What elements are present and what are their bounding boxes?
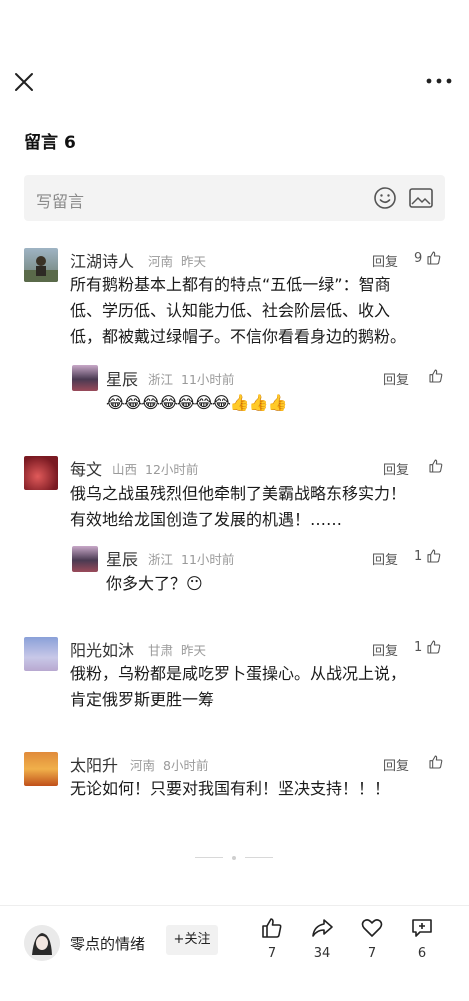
reply-meta: 浙江 11小时前 — [148, 549, 234, 568]
comment-plus-icon — [412, 919, 432, 937]
favorite-action[interactable]: 7 — [352, 916, 392, 961]
thumbs-up-icon — [427, 640, 441, 654]
comment-text: 所有鹅粉基本上都有的特点“五低一绿”：智商 低、学历低、认知能力低、社会阶层低、… — [70, 272, 406, 350]
reply-time: 11小时前 — [181, 552, 235, 567]
comment-time: 12小时前 — [145, 462, 199, 477]
top-bar — [0, 60, 469, 104]
like-count: 1 — [414, 639, 423, 655]
like-button[interactable] — [428, 458, 444, 474]
more-icon[interactable] — [425, 76, 453, 86]
follow-button[interactable]: +关注 — [166, 925, 218, 955]
comment-region: 山西 — [112, 462, 138, 477]
share-icon — [312, 919, 333, 937]
comment-region: 甘肃 — [148, 643, 174, 658]
thumbs-up-icon — [427, 549, 441, 563]
reply-author[interactable]: 星辰 — [106, 366, 138, 390]
thumbs-up-icon — [427, 251, 441, 265]
comment-text: 无论如何！只要对我国有利！坚决支持！！！ — [70, 776, 390, 802]
comment-time: 8小时前 — [163, 758, 209, 773]
comment-line: 俄粉，乌粉都是咸吃罗卜蛋操心。从战况上说， — [70, 664, 407, 683]
comment-time: 昨天 — [181, 254, 207, 269]
avatar[interactable] — [24, 637, 58, 671]
comment-line: 无论如何！只要对我国有利！坚决支持！！！ — [70, 779, 391, 798]
comment-input-placeholder: 写留言 — [36, 192, 85, 211]
comment-action[interactable]: 6 — [402, 916, 442, 961]
like-count: 9 — [414, 250, 423, 266]
comment-line: 有效地给龙国创造了发展的机遇！…… — [70, 510, 343, 529]
comment-text: 俄乌之战虽残烈但他牵制了美霸战略东移实力！ 有效地给龙国创造了发展的机遇！…… — [70, 481, 406, 533]
reply-button[interactable]: 回复 — [383, 755, 409, 774]
comment-time: 昨天 — [181, 643, 207, 658]
reply-button[interactable]: 回复 — [383, 459, 409, 478]
heart-icon — [361, 919, 383, 937]
reply-region: 浙江 — [148, 372, 174, 387]
comment-meta: 河南 8小时前 — [130, 755, 208, 774]
comment-line: 低、学历低、认知能力低、社会阶层低、收入 — [70, 301, 391, 320]
comments-count: 6 — [64, 133, 76, 153]
avatar[interactable] — [24, 248, 58, 282]
reply-time: 11小时前 — [181, 372, 235, 387]
reply-text: 😂😂😂😂😂😂😂👍👍👍 — [106, 393, 288, 412]
close-icon[interactable] — [12, 70, 36, 94]
comment-author[interactable]: 太阳升 — [70, 752, 118, 776]
comments-title: 留言 6 — [24, 128, 76, 153]
comment-meta: 甘肃 昨天 — [148, 640, 206, 659]
like-count: 1 — [414, 548, 423, 564]
like-button[interactable]: 1 — [414, 639, 442, 655]
end-divider — [195, 856, 275, 860]
comment-text: 俄粉，乌粉都是咸吃罗卜蛋操心。从战况上说， 肯定俄罗斯更胜一筹 — [70, 661, 406, 713]
comment-author[interactable]: 每文 — [70, 456, 102, 480]
comment-region: 河南 — [148, 254, 174, 269]
reply-text: 你多大了？😶 — [106, 574, 203, 593]
like-action[interactable]: 7 — [252, 916, 292, 961]
image-icon[interactable] — [409, 188, 433, 208]
like-button[interactable]: 9 — [414, 250, 442, 266]
share-action[interactable]: 34 — [302, 916, 342, 961]
comment-count: 6 — [417, 946, 427, 961]
comment-author[interactable]: 江湖诗人 — [70, 248, 134, 272]
reply-author[interactable]: 星辰 — [106, 546, 138, 570]
comment-author[interactable]: 阳光如沐 — [70, 637, 134, 661]
share-count: 34 — [313, 946, 331, 961]
comment-line: 俄乌之战虽残烈但他牵制了美霸战略东移实力！ — [70, 484, 407, 503]
thumbs-up-icon — [262, 918, 282, 938]
thumbs-up-icon — [429, 459, 443, 473]
avatar[interactable] — [72, 365, 98, 391]
comment-line: 低，都被戴过绿帽子。不信你看看身边的鹅粉。 — [70, 327, 407, 346]
comment-meta: 河南 昨天 — [148, 251, 206, 270]
author-avatar[interactable] — [24, 925, 60, 961]
thumbs-up-icon — [429, 369, 443, 383]
bottom-bar: 零点的情绪 +关注 7 34 7 6 — [0, 905, 469, 1001]
reply-meta: 浙江 11小时前 — [148, 369, 234, 388]
like-button[interactable] — [428, 754, 444, 770]
like-button[interactable] — [428, 368, 444, 384]
comments-title-label: 留言 — [24, 133, 58, 153]
comment-meta: 山西 12小时前 — [112, 459, 198, 478]
thumbs-up-icon — [429, 755, 443, 769]
emoji-icon[interactable] — [373, 186, 397, 210]
like-button[interactable]: 1 — [414, 548, 442, 564]
reply-region: 浙江 — [148, 552, 174, 567]
avatar[interactable] — [72, 546, 98, 572]
author-name[interactable]: 零点的情绪 — [70, 933, 145, 954]
reply-button[interactable]: 回复 — [372, 640, 398, 659]
reply-button[interactable]: 回复 — [372, 251, 398, 270]
like-count: 7 — [267, 946, 277, 961]
avatar[interactable] — [24, 456, 58, 490]
favorite-count: 7 — [367, 946, 377, 961]
comment-region: 河南 — [130, 758, 156, 773]
comment-input[interactable]: 写留言 — [24, 175, 445, 221]
comment-line: 所有鹅粉基本上都有的特点“五低一绿”：智商 — [70, 275, 391, 294]
reply-button[interactable]: 回复 — [372, 549, 398, 568]
reply-button[interactable]: 回复 — [383, 369, 409, 388]
comment-line: 肯定俄罗斯更胜一筹 — [70, 690, 215, 709]
avatar[interactable] — [24, 752, 58, 786]
